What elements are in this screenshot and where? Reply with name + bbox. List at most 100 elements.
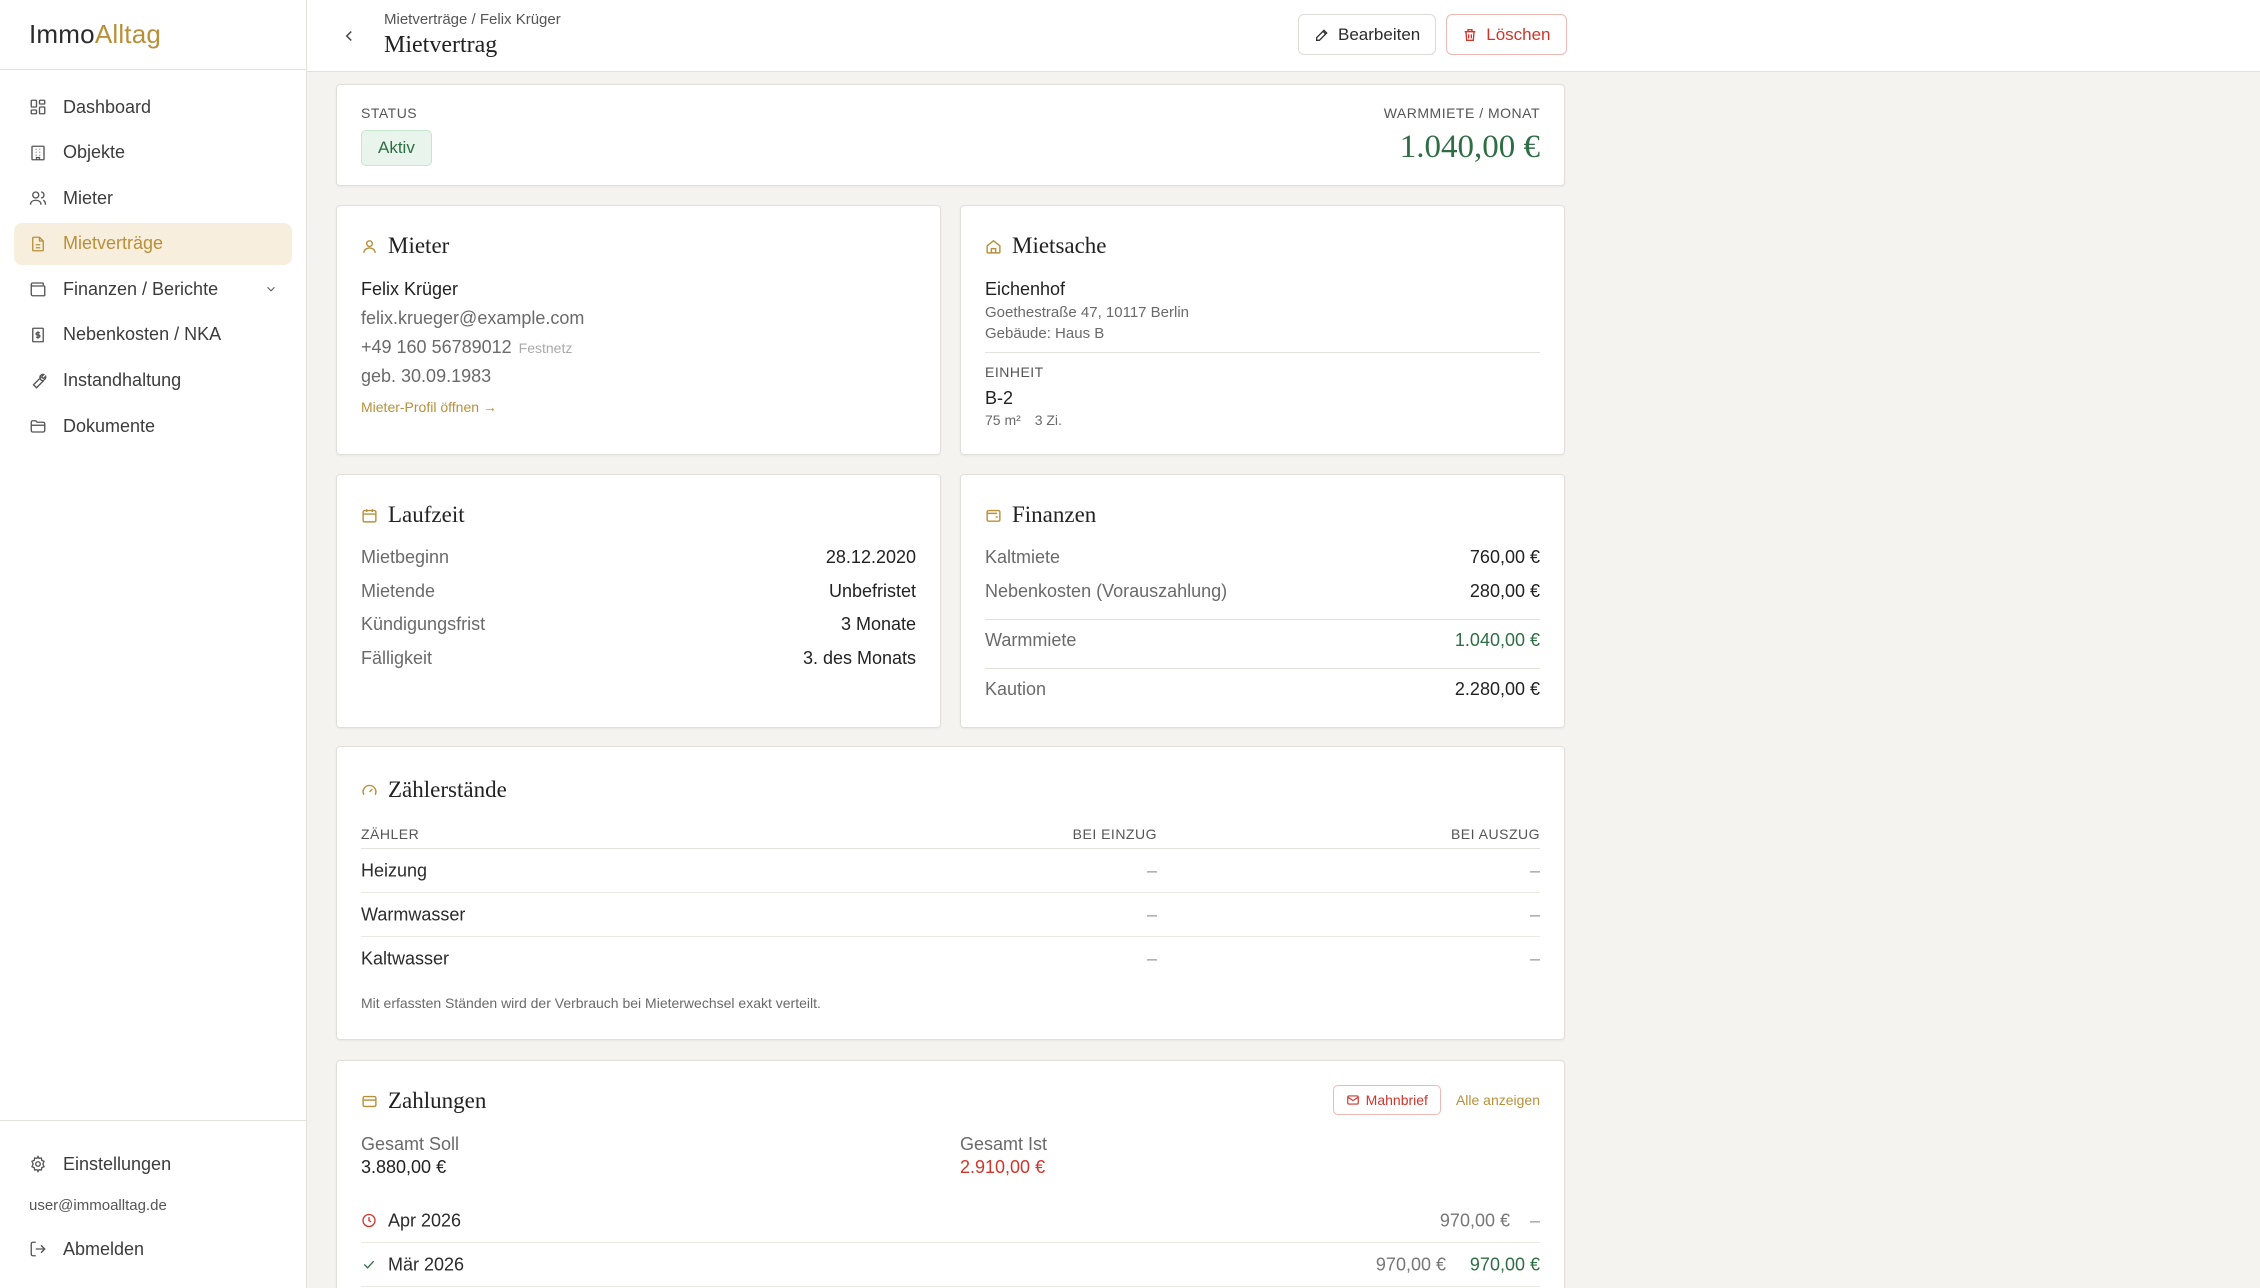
sidebar-item-finanzen[interactable]: Finanzen / Berichte bbox=[14, 268, 292, 310]
sidebar: Immo Alltag Dashboard Objekte Mieter Miet… bbox=[0, 0, 307, 1288]
term-row: Fälligkeit 3. des Monats bbox=[361, 648, 916, 669]
status-badge: Aktiv bbox=[361, 130, 432, 166]
app-logo[interactable]: Immo Alltag bbox=[0, 0, 306, 70]
tenant-phone-line: +49 160 56789012 Festnetz bbox=[361, 337, 572, 358]
logout-button[interactable]: Abmelden bbox=[14, 1228, 292, 1270]
sidebar-item-label: Objekte bbox=[63, 142, 126, 163]
chevron-left-icon bbox=[345, 30, 352, 42]
target-total-value: 3.880,00 € bbox=[361, 1157, 447, 1177]
property-card: Mietsache Eichenhof Goethestraße 47, 101… bbox=[960, 205, 1565, 455]
unit-details: 75 m² 3 Zi. bbox=[985, 412, 1062, 428]
header-actions: Bearbeiten Löschen bbox=[1298, 14, 1567, 55]
tenant-profile-link[interactable]: Mieter-Profil öffnen → bbox=[361, 399, 497, 415]
wrench-icon bbox=[32, 373, 47, 389]
tenant-name: Felix Krüger bbox=[361, 279, 459, 299]
term-row-label: Kündigungsfrist bbox=[361, 614, 486, 634]
sidebar-item-dashboard[interactable]: Dashboard bbox=[14, 86, 292, 128]
tenant-email[interactable]: felix.krueger@example.com bbox=[361, 308, 584, 329]
sidebar-item-label: Dokumente bbox=[63, 415, 156, 436]
meter-out-value: – bbox=[1529, 948, 1540, 969]
meter-in-value: – bbox=[1146, 948, 1157, 969]
sidebar-item-dokumente[interactable]: Dokumente bbox=[14, 405, 292, 447]
back-button[interactable] bbox=[337, 24, 361, 48]
term-row-value: 3 Monate bbox=[840, 614, 916, 634]
credit-card-icon bbox=[362, 1095, 377, 1107]
sidebar-item-label: Dashboard bbox=[63, 96, 152, 117]
property-address: Goethestraße 47, 10117 Berlin bbox=[985, 304, 1190, 321]
term-title-text: Laufzeit bbox=[388, 502, 465, 527]
extra-costs-row: Nebenkosten (Vorauszahlung) 280,00 € bbox=[985, 581, 1540, 602]
breadcrumb[interactable]: Mietverträge / Felix Krüger bbox=[384, 11, 561, 28]
table-row[interactable]: Kaltwasser – – bbox=[361, 937, 1540, 981]
tenant-phone-type: Festnetz bbox=[518, 340, 573, 356]
delete-button[interactable]: Löschen bbox=[1446, 14, 1567, 55]
meter-in-value: – bbox=[1146, 904, 1157, 924]
unit-area: 75 m² bbox=[985, 412, 1021, 428]
calendar-icon bbox=[362, 508, 377, 523]
deposit-row: Kaution 2.280,00 € bbox=[985, 679, 1540, 700]
unit-name[interactable]: B-2 bbox=[985, 388, 1013, 409]
show-all-link[interactable]: Alle anzeigen bbox=[1456, 1092, 1540, 1108]
payments-card: Zahlungen Mahnbrief Alle anzeigen Gesamt… bbox=[336, 1060, 1565, 1288]
mail-icon bbox=[1346, 1095, 1359, 1105]
page-header: Mietverträge / Felix Krüger Mietvertrag … bbox=[307, 0, 2260, 72]
gauge-icon bbox=[362, 784, 377, 795]
tenant-birthdate: geb. 30.09.1983 bbox=[361, 366, 492, 386]
payment-paid: – bbox=[1529, 1210, 1540, 1230]
payment-month-text: Apr 2026 bbox=[388, 1210, 462, 1230]
divider bbox=[985, 619, 1540, 620]
meter-out-value: – bbox=[1529, 860, 1540, 880]
trash-icon bbox=[1464, 28, 1476, 41]
property-title-text: Mietsache bbox=[1012, 233, 1107, 258]
document-icon bbox=[32, 236, 44, 252]
extra-costs-label: Nebenkosten (Vorauszahlung) bbox=[985, 581, 1228, 601]
sidebar-item-instandhaltung[interactable]: Instandhaltung bbox=[14, 360, 292, 402]
sidebar-item-mietvertraege[interactable]: Mietverträge bbox=[14, 222, 292, 265]
warm-rent-row-value: 1.040,00 € bbox=[1454, 630, 1540, 650]
meter-table-header: ZÄHLER BEI EINZUG BEI AUSZUG bbox=[361, 819, 1540, 849]
list-item[interactable]: Mär 2026 970,00 € 970,00 € bbox=[361, 1243, 1540, 1287]
status-card: STATUS Aktiv WARMMIETE / MONAT 1.040,00 … bbox=[336, 84, 1565, 186]
user-email: user@immoalltag.de bbox=[29, 1197, 167, 1215]
cold-rent-row: Kaltmiete 760,00 € bbox=[985, 547, 1540, 568]
pencil-icon bbox=[1316, 28, 1328, 41]
table-row[interactable]: Heizung – – bbox=[361, 849, 1540, 893]
payment-month-text: Mär 2026 bbox=[388, 1254, 465, 1274]
reminder-button-label: Mahnbrief bbox=[1365, 1092, 1428, 1108]
actual-total-value: 2.910,00 € bbox=[960, 1157, 1046, 1177]
edit-button[interactable]: Bearbeiten bbox=[1298, 14, 1437, 55]
sidebar-item-objekte[interactable]: Objekte bbox=[14, 132, 292, 174]
meter-card-title: Zählerstände bbox=[361, 777, 507, 803]
col-meter: ZÄHLER bbox=[361, 825, 420, 842]
grid-icon bbox=[30, 99, 46, 115]
payment-month: Apr 2026 bbox=[361, 1210, 461, 1231]
tenant-phone[interactable]: +49 160 56789012 bbox=[361, 337, 512, 357]
reminder-button[interactable]: Mahnbrief bbox=[1332, 1085, 1441, 1115]
table-row[interactable]: Warmwasser – – bbox=[361, 893, 1540, 937]
sidebar-item-label: Nebenkosten / NKA bbox=[63, 324, 222, 345]
list-item[interactable]: Apr 2026 970,00 € – bbox=[361, 1199, 1540, 1243]
term-row-value: Unbefristet bbox=[828, 581, 916, 601]
sidebar-footer: Einstellungen user@immoalltag.de Abmelde… bbox=[0, 1120, 306, 1288]
term-row-value: 3. des Monats bbox=[802, 648, 916, 668]
sidebar-item-mieter[interactable]: Mieter bbox=[14, 177, 292, 219]
meter-name: Heizung bbox=[361, 860, 428, 880]
cold-rent-value: 760,00 € bbox=[1469, 547, 1540, 567]
sidebar-item-nebenkosten[interactable]: Nebenkosten / NKA bbox=[14, 314, 292, 356]
receipt-icon bbox=[32, 327, 44, 343]
meter-card: Zählerstände ZÄHLER BEI EINZUG BEI AUSZU… bbox=[336, 746, 1565, 1040]
chevron-down-icon[interactable] bbox=[264, 282, 278, 296]
payments-title-text: Zahlungen bbox=[388, 1088, 487, 1113]
property-building: Gebäude: Haus B bbox=[985, 325, 1105, 342]
unit-rooms: 3 Zi. bbox=[1034, 412, 1062, 428]
sidebar-item-label: Finanzen / Berichte bbox=[63, 278, 219, 299]
term-card: Laufzeit Mietbeginn 28.12.2020 Mietende Un… bbox=[336, 474, 941, 728]
warm-rent-label: WARMMIETE / MONAT bbox=[1383, 105, 1540, 121]
property-name[interactable]: Eichenhof bbox=[985, 279, 1065, 300]
sidebar-item-label: Mietverträge bbox=[63, 233, 164, 254]
sidebar-item-label: Abmelden bbox=[63, 1238, 145, 1259]
wallet-icon bbox=[986, 509, 1001, 522]
meter-note: Mit erfassten Ständen wird der Verbrauch… bbox=[361, 995, 821, 1011]
term-row: Kündigungsfrist 3 Monate bbox=[361, 614, 916, 635]
sidebar-item-einstellungen[interactable]: Einstellungen bbox=[14, 1143, 292, 1185]
